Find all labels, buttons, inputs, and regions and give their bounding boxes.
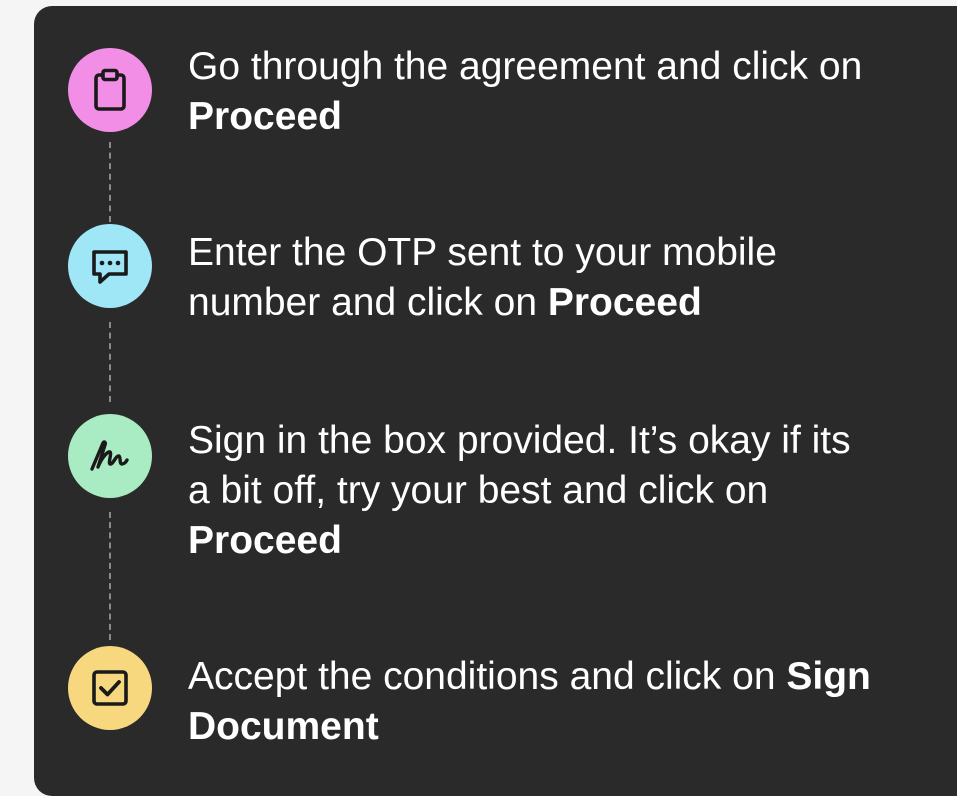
step-3-line-3: Proceed <box>188 516 957 566</box>
step-2-line-2-text: number and click on <box>188 281 548 324</box>
step-4-document: Document <box>188 705 379 748</box>
step-1-line-2: Proceed <box>188 92 957 142</box>
clipboard-icon <box>68 48 152 132</box>
step-1-text: Go through the agreement and click on Pr… <box>188 42 957 142</box>
step-3-text: Sign in the box provided. It’s okay if i… <box>188 416 957 566</box>
step-2-proceed: Proceed <box>547 281 702 324</box>
chat-bubble-icon <box>68 224 152 308</box>
step-4-text: Accept the conditions and click on Sign … <box>188 652 957 752</box>
step-4-line-2: Document <box>188 702 957 752</box>
step-3-line-1: Sign in the box provided. It’s okay if i… <box>188 419 851 462</box>
step-4-line-1: Accept the conditions and click on Sign <box>188 652 957 702</box>
step-2-line-1: Enter the OTP sent to your mobile <box>188 231 777 274</box>
step-connector <box>109 142 111 222</box>
step-connector <box>109 512 111 640</box>
step-1-line-1: Go through the agreement and click on <box>188 45 863 88</box>
step-2-text: Enter the OTP sent to your mobile number… <box>188 228 957 328</box>
checkbox-icon <box>68 646 152 730</box>
step-3-line-2: a bit off, try your best and click on <box>188 469 769 512</box>
step-4-sign: Sign <box>786 655 871 698</box>
step-1-proceed: Proceed <box>188 95 342 138</box>
step-4-line-1-text: Accept the conditions and click on <box>188 655 787 698</box>
step-connector <box>109 322 111 402</box>
step-2-line-2: number and click on Proceed <box>188 278 957 328</box>
step-3-proceed: Proceed <box>188 519 342 562</box>
signature-icon <box>68 414 152 498</box>
